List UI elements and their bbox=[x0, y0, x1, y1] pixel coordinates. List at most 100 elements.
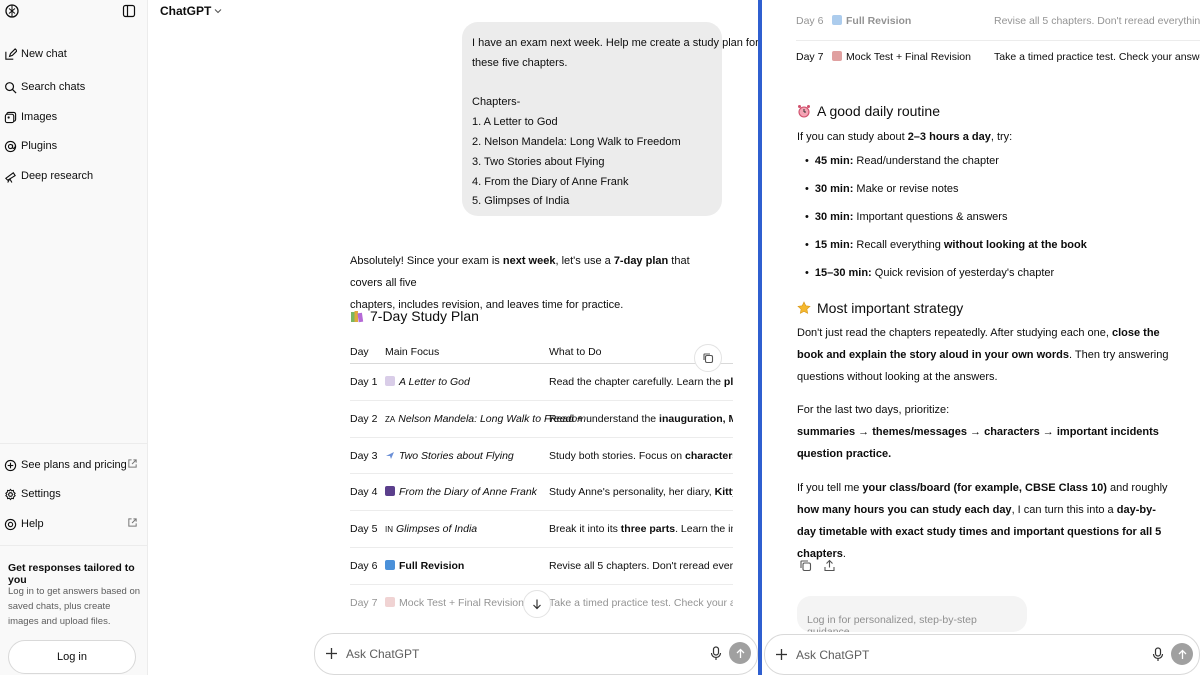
composer: Ask ChatGPT bbox=[314, 633, 758, 675]
sidebar-item-images[interactable]: Images bbox=[4, 106, 144, 128]
text-run: Important questions & answers bbox=[853, 211, 1008, 223]
list-item: 30 min: Important questions & answers bbox=[805, 211, 1008, 223]
todo-cell: Revise all 5 chapters. Don't reread ever… bbox=[549, 559, 733, 572]
message-line bbox=[472, 74, 712, 94]
focus-text: Glimpses of India bbox=[396, 523, 478, 536]
sidebar-item-help[interactable]: Help bbox=[4, 513, 144, 535]
strategy-paragraph: If you tell me your class/board (for exa… bbox=[797, 477, 1169, 565]
text-run: Break it into its bbox=[549, 523, 621, 536]
sidebar-item-label: Images bbox=[21, 111, 58, 123]
text-run-bold: 15 min: bbox=[814, 239, 854, 251]
plus-icon[interactable] bbox=[325, 647, 338, 660]
send-button[interactable] bbox=[729, 642, 751, 664]
airplane-icon bbox=[386, 451, 394, 459]
sidebar-item-label: New chat bbox=[21, 48, 67, 60]
microphone-icon[interactable] bbox=[1151, 647, 1165, 662]
text-run: If you tell me bbox=[797, 482, 863, 494]
arrow-up-icon bbox=[1178, 649, 1186, 659]
strategy-paragraph: Don't just read the chapters repeatedly.… bbox=[797, 322, 1169, 388]
sidebar-item-plans[interactable]: See plans and pricing bbox=[4, 454, 144, 476]
message-line: 3. Two Stories about Flying bbox=[472, 155, 605, 168]
column-header: Day bbox=[350, 346, 369, 358]
table-row: Day 1 A Letter to God Read the chapter c… bbox=[350, 364, 733, 401]
sidebar-item-deep-research[interactable]: Deep research bbox=[4, 165, 144, 187]
plan-heading: 7-Day Study Plan bbox=[350, 308, 479, 324]
focus-text: Mock Test + Final Revision bbox=[399, 596, 524, 609]
day-cell: Day 4 bbox=[350, 486, 378, 499]
diary-icon bbox=[385, 486, 395, 497]
todo-cell: Break it into its three parts. Learn the… bbox=[549, 523, 733, 535]
day-cell: Day 7 bbox=[796, 51, 824, 63]
text-run-bold: without looking at the book bbox=[943, 239, 1087, 251]
plus-icon[interactable] bbox=[775, 648, 788, 661]
flag-in-icon: IN bbox=[385, 525, 393, 535]
strategy-heading-text: Most important strategy bbox=[817, 300, 964, 316]
composer-input[interactable]: Ask ChatGPT bbox=[346, 647, 419, 661]
todo-cell: Take a timed practice test. Check your a… bbox=[549, 596, 733, 609]
text-run: Make or revise notes bbox=[853, 183, 959, 195]
text-run-bold: 30 min: bbox=[814, 183, 854, 195]
copy-icon bbox=[703, 353, 714, 364]
login-button[interactable]: Log in bbox=[8, 640, 136, 674]
text-run-bold: characters, sequence bbox=[685, 449, 733, 462]
arrow-up-icon bbox=[736, 648, 744, 658]
focus-cell: A Letter to God bbox=[385, 376, 470, 388]
share-icon[interactable] bbox=[823, 559, 836, 572]
focus-cell: Full Revision bbox=[385, 559, 464, 572]
day-cell: Day 1 bbox=[350, 376, 378, 388]
composer: Ask ChatGPT bbox=[764, 634, 1200, 675]
strategy-priority-list: question practice. bbox=[797, 448, 892, 460]
model-selector[interactable]: ChatGPT bbox=[160, 4, 222, 18]
promo-text: Log in to get answers based on saved cha… bbox=[8, 586, 141, 627]
scroll-down-button[interactable] bbox=[523, 590, 551, 618]
todo-cell: Study both stories. Focus on characters,… bbox=[549, 450, 733, 462]
images-icon bbox=[4, 111, 17, 123]
sidebar-item-label: Search chats bbox=[21, 81, 86, 93]
sidebar-item-search-chats[interactable]: Search chats bbox=[4, 76, 144, 98]
text-run-bold: 7-day plan bbox=[613, 255, 669, 267]
compose-icon bbox=[5, 47, 17, 60]
column-header: What to Do bbox=[549, 346, 602, 358]
text-run: If you can study about bbox=[797, 131, 908, 143]
message-line: 1. A Letter to God bbox=[472, 116, 558, 129]
text-run: Read + understand the bbox=[549, 412, 660, 425]
todo-cell: Take a timed practice test. Check your a… bbox=[994, 51, 1200, 63]
sidebar-toggle-icon[interactable] bbox=[122, 4, 136, 18]
login-hint[interactable]: Log in for personalized, step-by-step gu… bbox=[797, 596, 1027, 632]
send-button[interactable] bbox=[1171, 643, 1193, 665]
text-run: Study Anne's personality, her diary, bbox=[549, 486, 715, 499]
sidebar-item-new-chat[interactable]: New chat bbox=[4, 43, 144, 65]
composer-input[interactable]: Ask ChatGPT bbox=[796, 648, 869, 662]
sidebar-item-label: Settings bbox=[21, 488, 61, 500]
model-name: ChatGPT bbox=[160, 4, 212, 18]
text-run: Study both stories. Focus on bbox=[549, 449, 685, 462]
message-line: 5. Glimpses of India bbox=[472, 195, 570, 208]
plan-heading-text: 7-Day Study Plan bbox=[370, 308, 479, 324]
table-header: Day Main Focus What to Do bbox=[350, 340, 733, 364]
copy-icon[interactable] bbox=[799, 559, 812, 572]
repeat-icon bbox=[385, 559, 395, 570]
microphone-icon[interactable] bbox=[709, 646, 723, 661]
todo-cell: Revise all 5 chapters. Don't reread ever… bbox=[994, 15, 1200, 27]
openai-logo-icon[interactable] bbox=[4, 3, 20, 19]
text-run: Read/understand the chapter bbox=[853, 155, 999, 167]
promo-title: Get responses tailored to you bbox=[8, 562, 135, 586]
sidebar-item-plugins[interactable]: Plugins bbox=[4, 135, 144, 157]
text-run: , let's use a bbox=[555, 255, 614, 267]
table-row-divider bbox=[796, 40, 1200, 41]
sidebar-item-settings[interactable]: Settings bbox=[4, 483, 144, 505]
todo-cell: Read + understand the inauguration, Mand… bbox=[549, 413, 733, 425]
day-cell: Day 6 bbox=[350, 559, 378, 572]
repeat-icon bbox=[832, 15, 842, 25]
focus-cell: IN Glimpses of India bbox=[385, 523, 477, 535]
text-run-bold: plot, characte bbox=[723, 376, 733, 388]
search-icon bbox=[5, 81, 17, 93]
external-link-icon bbox=[128, 518, 137, 527]
copy-table-button[interactable] bbox=[694, 344, 722, 372]
focus-text: From the Diary of Anne Frank bbox=[399, 486, 537, 499]
chevron-down-icon bbox=[214, 9, 222, 14]
list-item: 45 min: Read/understand the chapter bbox=[805, 155, 999, 167]
focus-cell: Two Stories about Flying bbox=[385, 450, 514, 462]
focus-text: A Letter to God bbox=[399, 376, 470, 388]
telescope-icon bbox=[5, 171, 16, 183]
